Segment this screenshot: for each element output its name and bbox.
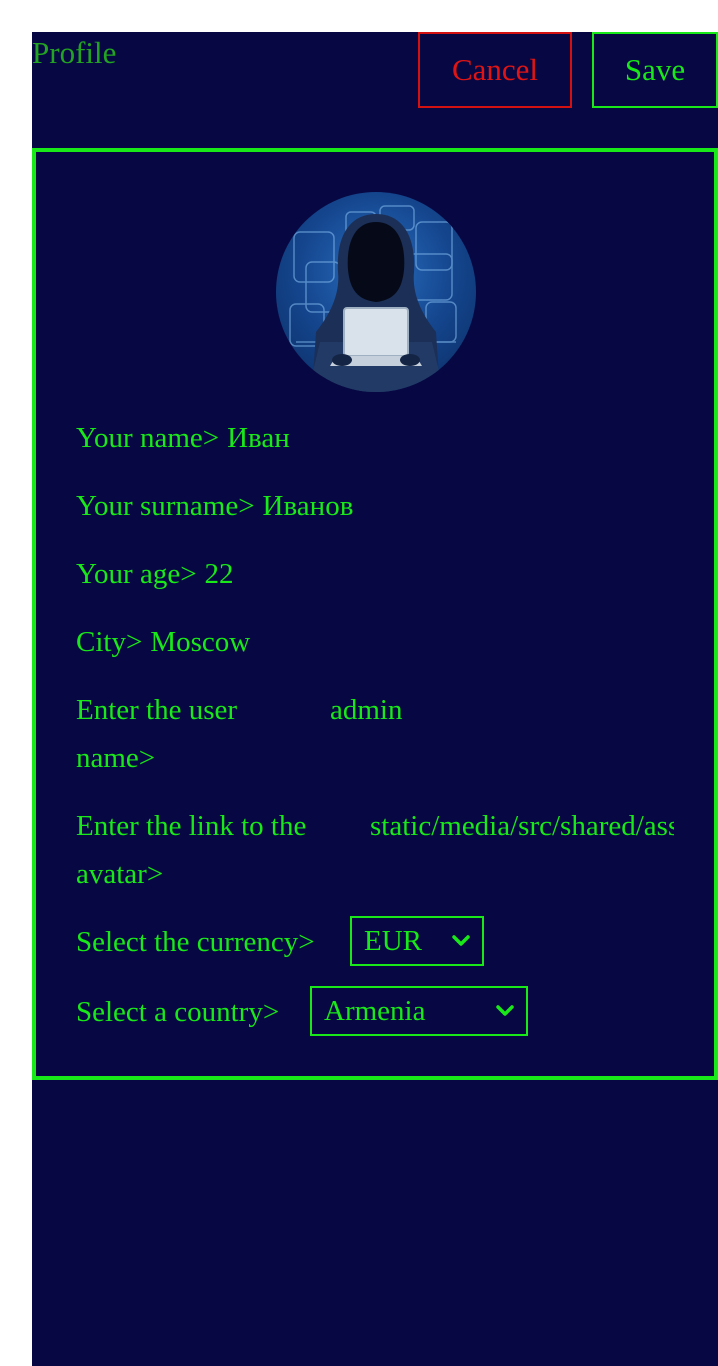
surname-field: Your surname> Иванов bbox=[76, 482, 353, 530]
country-label: Select a country> bbox=[76, 996, 280, 1028]
currency-selected: EUR bbox=[364, 925, 422, 957]
page-title: Profile bbox=[32, 35, 117, 70]
hacker-avatar-icon bbox=[289, 205, 457, 392]
surname-input[interactable]: Иванов bbox=[263, 482, 354, 530]
age-input[interactable]: 22 bbox=[205, 550, 234, 598]
username-label-line2: name> bbox=[76, 742, 156, 774]
avatar bbox=[276, 192, 476, 392]
surname-label: Your surname> bbox=[76, 490, 255, 522]
username-label-line1: Enter the user bbox=[76, 694, 238, 726]
save-button[interactable]: Save bbox=[592, 32, 718, 108]
chevron-down-icon bbox=[496, 1005, 514, 1016]
city-label: City> bbox=[76, 626, 143, 658]
avatar-link-label: Enter the link to the avatar> bbox=[76, 802, 356, 898]
currency-label: Select the currency> bbox=[76, 926, 315, 958]
avatar-link-label-line1: Enter the link to the bbox=[76, 810, 307, 842]
avatar-link-input[interactable] bbox=[370, 802, 674, 850]
username-input[interactable] bbox=[330, 686, 670, 734]
cancel-button[interactable]: Cancel bbox=[418, 32, 572, 108]
currency-select[interactable]: EUR bbox=[350, 916, 484, 966]
username-label: Enter the user name> bbox=[76, 686, 316, 782]
city-input[interactable]: Moscow bbox=[150, 618, 250, 666]
avatar-link-label-line2: avatar> bbox=[76, 858, 164, 890]
age-label: Your age> bbox=[76, 558, 197, 590]
country-selected: Armenia bbox=[324, 995, 426, 1027]
age-field: Your age> 22 bbox=[76, 550, 234, 598]
profile-card: Your name> Иван Your surname> Иванов Your … bbox=[32, 148, 718, 1080]
name-input[interactable]: Иван bbox=[227, 414, 290, 462]
chevron-down-icon bbox=[452, 935, 470, 946]
name-field: Your name> Иван bbox=[76, 414, 290, 462]
city-field: City> Moscow bbox=[76, 618, 250, 666]
country-select[interactable]: Armenia bbox=[310, 986, 528, 1036]
name-label: Your name> bbox=[76, 422, 220, 454]
